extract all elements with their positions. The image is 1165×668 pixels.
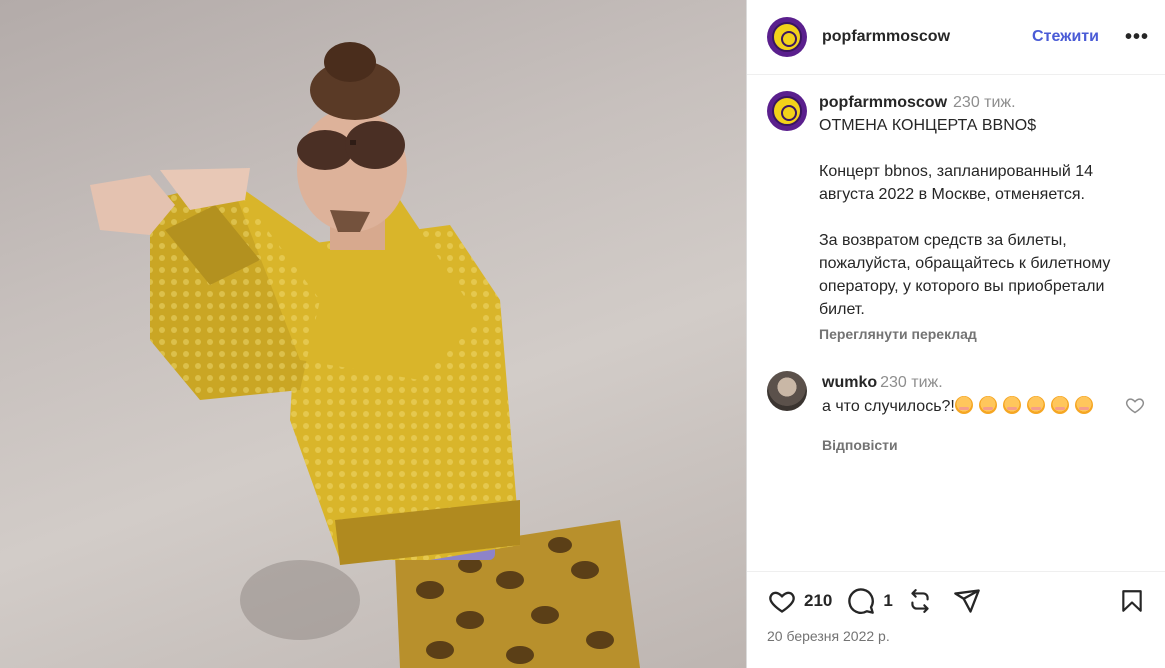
flushed-face-icon bbox=[1074, 396, 1093, 414]
commenter-avatar[interactable] bbox=[767, 371, 807, 411]
caption-body: popfarmmoscow 230 тиж. ОТМЕНА КОНЦЕРТА BB… bbox=[819, 91, 1145, 346]
caption-avatar[interactable] bbox=[767, 91, 807, 131]
like-heart-icon[interactable] bbox=[767, 587, 797, 615]
comments-count[interactable]: 1 bbox=[883, 591, 892, 611]
post-date[interactable]: 20 березня 2022 р. bbox=[767, 628, 1145, 644]
follow-button[interactable]: Стежити bbox=[1032, 28, 1099, 46]
flushed-face-icon bbox=[978, 396, 997, 414]
post-header: popfarmmoscow Стежити ••• bbox=[747, 0, 1165, 75]
repost-icon[interactable] bbox=[907, 587, 933, 615]
caption-username[interactable]: popfarmmoscow bbox=[819, 94, 947, 111]
comment-time[interactable]: 230 тиж. bbox=[880, 374, 943, 391]
header-username[interactable]: popfarmmoscow bbox=[822, 28, 950, 46]
caption-text: ОТМЕНА КОНЦЕРТА BBNO$ Концерт bbnos, зап… bbox=[819, 117, 1111, 318]
photo-illustration bbox=[90, 42, 640, 668]
flushed-face-icon bbox=[954, 396, 973, 414]
share-send-icon[interactable] bbox=[953, 587, 981, 615]
comment-bubble-icon[interactable] bbox=[846, 587, 876, 615]
save-bookmark-icon[interactable] bbox=[1119, 587, 1145, 615]
more-options-icon[interactable]: ••• bbox=[1125, 26, 1149, 49]
post-photo[interactable] bbox=[0, 0, 746, 668]
flushed-face-icon bbox=[1002, 396, 1021, 414]
caption: popfarmmoscow 230 тиж. ОТМЕНА КОНЦЕРТА BB… bbox=[767, 91, 1145, 346]
commenter-username[interactable]: wumko bbox=[822, 374, 877, 391]
action-icon-row: 210 1 bbox=[767, 586, 1145, 616]
comment-body: wumko 230 тиж. а что случилось?! Відповіс… bbox=[822, 371, 1117, 457]
see-translation-link[interactable]: Переглянути переклад bbox=[819, 323, 1145, 346]
likes-count[interactable]: 210 bbox=[804, 591, 832, 611]
reply-button[interactable]: Відповісти bbox=[822, 433, 1117, 457]
comments-area: popfarmmoscow 230 тиж. ОТМЕНА КОНЦЕРТА BB… bbox=[747, 75, 1165, 571]
comment: wumko 230 тиж. а что случилось?! Відповіс… bbox=[767, 371, 1145, 457]
post-side-panel: popfarmmoscow Стежити ••• popfarmmoscow 2… bbox=[746, 0, 1165, 668]
post-actions: 210 1 20 березня 2022 р. bbox=[747, 571, 1165, 668]
caption-time[interactable]: 230 тиж. bbox=[953, 94, 1016, 111]
comment-emojis bbox=[954, 396, 1099, 415]
comment-like-heart-icon[interactable] bbox=[1125, 395, 1145, 420]
flushed-face-icon bbox=[1050, 396, 1069, 414]
flushed-face-icon bbox=[1026, 396, 1045, 414]
comment-text: а что случилось?! bbox=[822, 398, 955, 415]
profile-avatar[interactable] bbox=[767, 17, 807, 57]
comment-text-line: а что случилось?! bbox=[822, 395, 1117, 419]
